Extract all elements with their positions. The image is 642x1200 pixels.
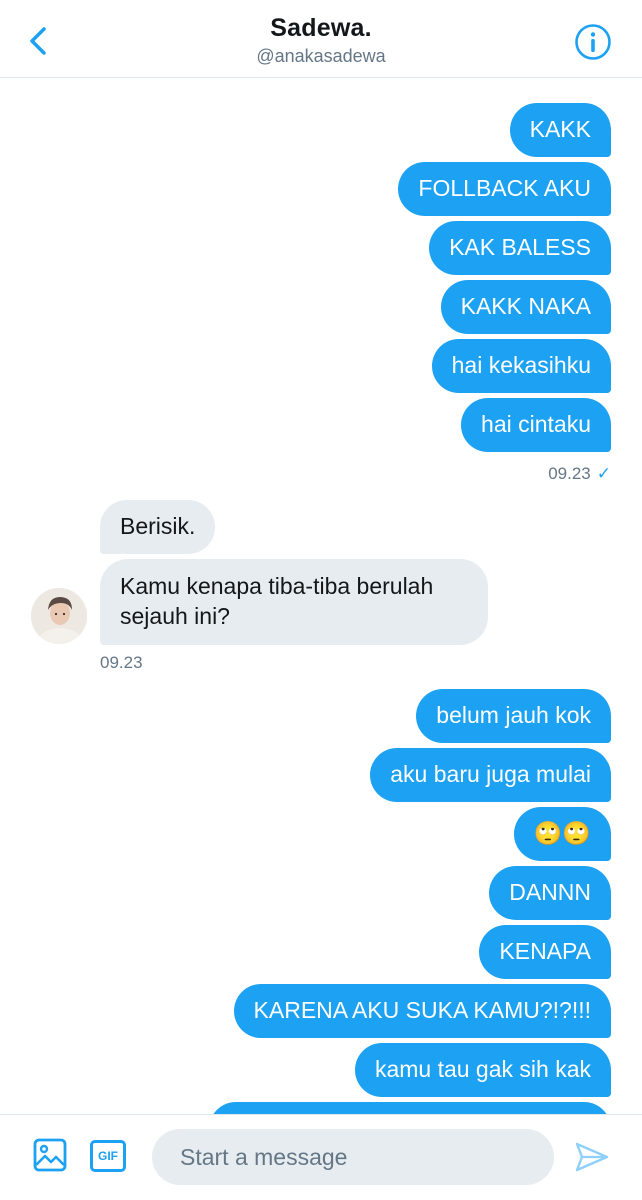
- sent-message[interactable]: hai kekasihku: [431, 339, 611, 393]
- received-message[interactable]: Kamu kenapa tiba-tiba berulah sejauh ini…: [100, 559, 488, 645]
- sent-message[interactable]: KARENA AKU SUKA KAMU?!?!!!: [233, 984, 611, 1038]
- info-button[interactable]: [574, 23, 612, 61]
- sent-message-partial[interactable]: [209, 1102, 611, 1114]
- sent-message[interactable]: DANNN: [489, 866, 611, 920]
- avatar-image: [31, 588, 87, 644]
- sent-message[interactable]: 🙄🙄: [513, 807, 611, 861]
- avatar[interactable]: [31, 588, 87, 644]
- sent-message[interactable]: kamu tau gak sih kak: [354, 1043, 611, 1097]
- conversation-title-block[interactable]: Sadewa. @anakasadewa: [0, 14, 642, 67]
- sent-message[interactable]: hai cintaku: [461, 398, 611, 452]
- message-composer: GIF: [0, 1114, 642, 1200]
- gif-button[interactable]: GIF: [90, 1140, 126, 1172]
- sent-message[interactable]: KAK BALESS: [429, 221, 611, 275]
- send-button[interactable]: [574, 1139, 610, 1175]
- message-timestamp: 09.23 ✓: [548, 464, 611, 484]
- send-icon: [575, 1142, 609, 1172]
- read-check-icon: ✓: [596, 464, 611, 483]
- sent-message[interactable]: belum jauh kok: [416, 689, 611, 743]
- message-input[interactable]: [152, 1129, 554, 1185]
- info-circle-icon: [575, 24, 611, 60]
- conversation-handle: @anakasadewa: [256, 46, 386, 66]
- media-button[interactable]: [32, 1137, 68, 1173]
- conversation-header: Sadewa. @anakasadewa: [0, 0, 642, 78]
- dm-conversation-screen: Sadewa. @anakasadewa KAKK FOLLBACK AKU K…: [0, 0, 642, 1200]
- conversation-title: Sadewa.: [270, 14, 372, 42]
- received-message[interactable]: Berisik.: [100, 500, 216, 554]
- message-timestamp: 09.23: [100, 653, 143, 672]
- sent-message[interactable]: KAKK: [509, 103, 611, 157]
- timestamp-text: 09.23: [548, 464, 591, 483]
- sent-message[interactable]: FOLLBACK AKU: [398, 162, 611, 216]
- image-icon: [33, 1138, 67, 1172]
- sent-message[interactable]: KAKK NAKA: [440, 280, 611, 334]
- sent-message[interactable]: aku baru juga mulai: [370, 748, 611, 802]
- message-list[interactable]: KAKK FOLLBACK AKU KAK BALESS KAKK NAKA h…: [0, 78, 642, 1114]
- sent-message[interactable]: KENAPA: [479, 925, 611, 979]
